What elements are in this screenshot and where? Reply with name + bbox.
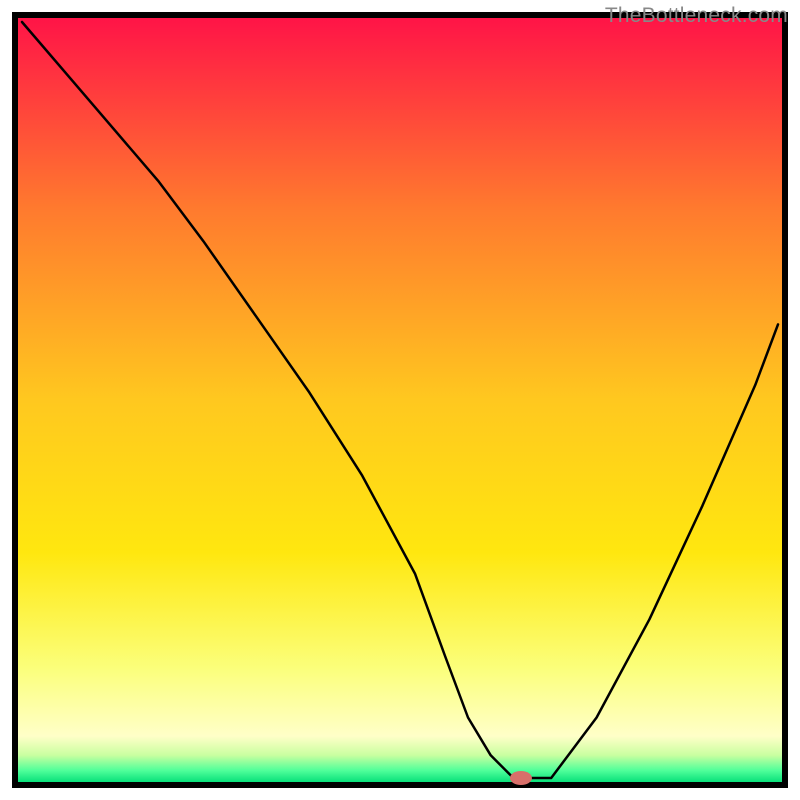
bottleneck-chart (0, 0, 800, 800)
optimal-marker (510, 771, 532, 785)
plot-area (18, 18, 782, 782)
attribution-label: TheBottleneck.com (605, 4, 788, 28)
chart-container: TheBottleneck.com (0, 0, 800, 800)
